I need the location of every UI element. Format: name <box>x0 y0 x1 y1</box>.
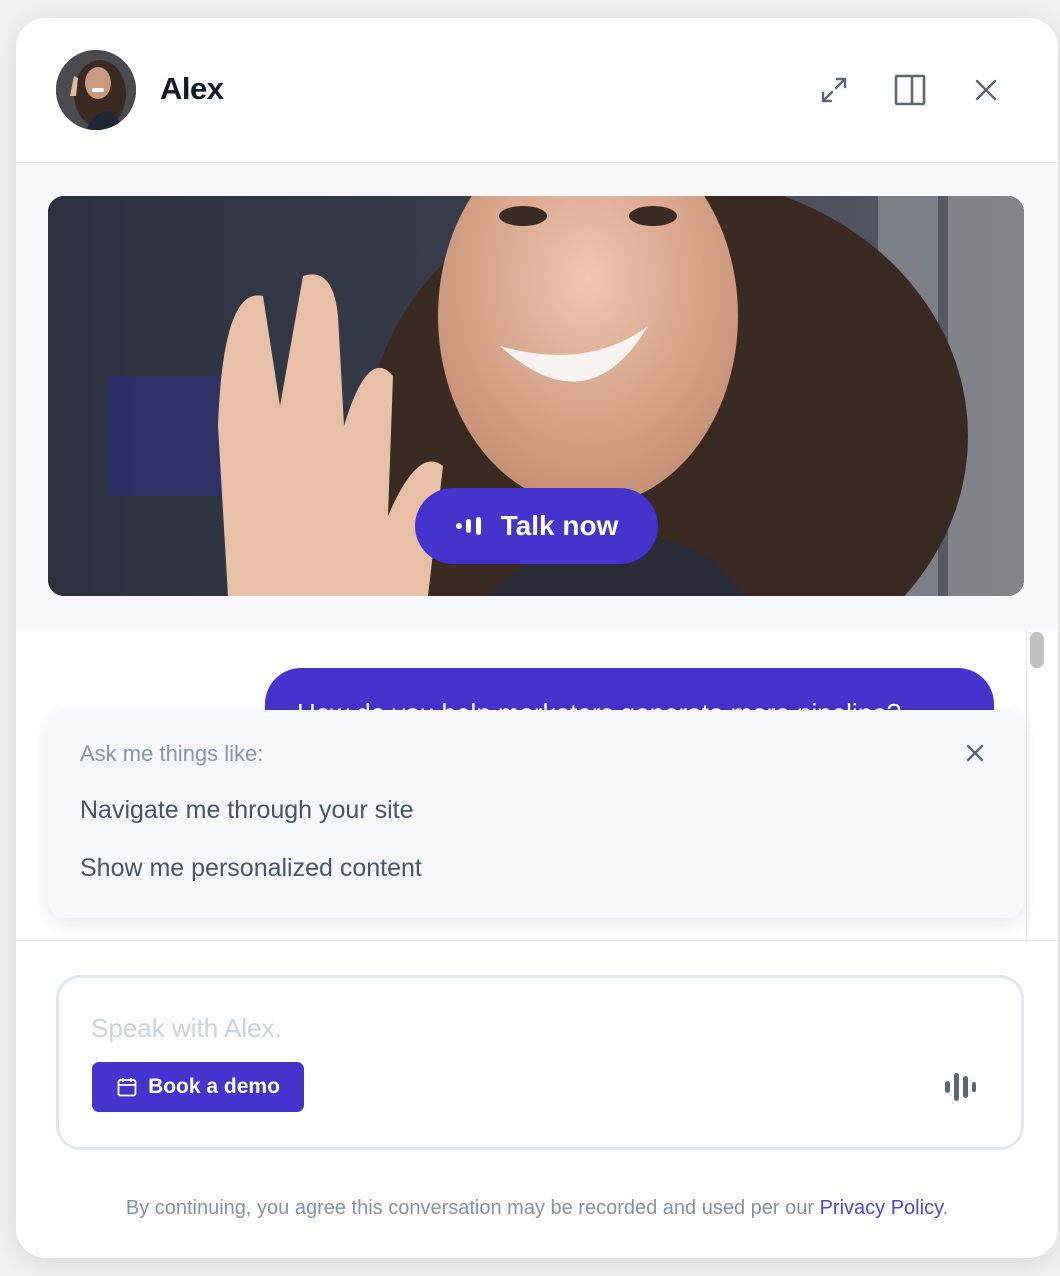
agent-avatar <box>56 50 136 130</box>
close-icon[interactable] <box>968 72 1004 108</box>
privacy-disclaimer: By continuing, you agree this conversati… <box>16 1197 1058 1220</box>
suggestions-title: Ask me things like: <box>80 741 264 766</box>
suggestion-item[interactable]: Show me personalized content <box>80 854 422 883</box>
talk-now-button[interactable]: Talk now <box>415 488 658 564</box>
disclaimer-text: By continuing, you agree this conversati… <box>125 1197 815 1219</box>
voice-input-icon[interactable] <box>943 1070 977 1104</box>
privacy-policy-link[interactable]: Privacy Policy <box>820 1197 943 1219</box>
book-demo-label: Book a demo <box>148 1075 280 1098</box>
chat-area: How do you help marketers generate more … <box>16 630 1058 940</box>
chat-widget: Alex Talk now Ask me things like: Naviga… <box>16 18 1058 1258</box>
chat-scrollbar[interactable] <box>1026 630 1048 940</box>
suggestion-item[interactable]: Navigate me through your site <box>80 796 414 825</box>
side-panel-icon[interactable] <box>892 72 928 108</box>
scrollbar-track <box>1026 630 1027 940</box>
suggestions-panel: Ask me things like: Navigate me through … <box>48 710 1024 918</box>
expand-icon[interactable] <box>816 72 852 108</box>
video-section: Talk now <box>16 163 1058 630</box>
book-demo-button[interactable]: Book a demo <box>92 1062 304 1112</box>
avatar-video[interactable]: Talk now <box>48 196 1024 596</box>
agent-name: Alex <box>160 71 224 106</box>
message-composer: Book a demo <box>56 975 1024 1150</box>
calendar-icon <box>117 1078 137 1097</box>
talk-now-label: Talk now <box>500 510 619 541</box>
scrollbar-thumb[interactable] <box>1030 632 1044 668</box>
disclaimer-period: . <box>942 1197 949 1219</box>
close-suggestions-icon[interactable] <box>962 740 988 766</box>
widget-footer: Book a demo By continuing, you agree thi… <box>16 940 1058 1258</box>
message-input[interactable] <box>91 1008 891 1048</box>
widget-header: Alex <box>16 18 1058 163</box>
voice-wave-icon <box>455 517 481 535</box>
